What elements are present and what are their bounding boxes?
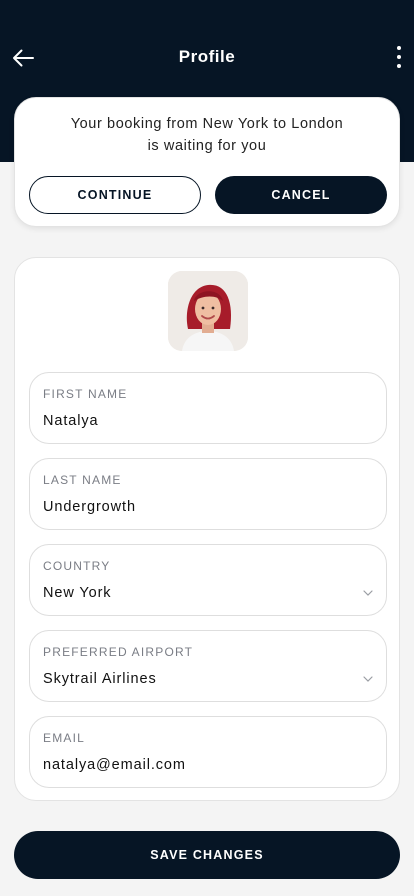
- preferred-airport-label: PREFERRED AIRPORT: [43, 645, 194, 659]
- last-name-field[interactable]: LAST NAME Undergrowth: [29, 458, 387, 530]
- country-label: COUNTRY: [43, 559, 111, 573]
- email-field[interactable]: EMAIL natalya@email.com: [29, 716, 387, 788]
- booking-notice-card: Your booking from New York to London is …: [14, 97, 400, 227]
- chevron-down-icon: [363, 676, 373, 682]
- page-title: Profile: [178, 47, 236, 66]
- first-name-field[interactable]: FIRST NAME Natalya: [29, 372, 387, 444]
- profile-form-card: FIRST NAME Natalya LAST NAME Undergrowth…: [14, 257, 400, 801]
- first-name-label: FIRST NAME: [43, 387, 128, 401]
- save-changes-button[interactable]: SAVE CHANGES: [14, 831, 400, 879]
- continue-button[interactable]: CONTINUE: [29, 176, 201, 214]
- preferred-airport-value: Skytrail Airlines: [43, 671, 157, 687]
- last-name-value: Undergrowth: [43, 499, 136, 515]
- cancel-button[interactable]: CANCEL: [215, 176, 387, 214]
- country-value: New York: [43, 585, 112, 601]
- booking-notice-message: Your booking from New York to London is …: [35, 113, 379, 157]
- email-value: natalya@email.com: [43, 757, 186, 773]
- user-photo: [168, 271, 248, 351]
- country-select[interactable]: COUNTRY New York: [29, 544, 387, 616]
- last-name-label: LAST NAME: [43, 473, 122, 487]
- preferred-airport-select[interactable]: PREFERRED AIRPORT Skytrail Airlines: [29, 630, 387, 702]
- more-vertical-icon: [397, 46, 401, 50]
- avatar[interactable]: [168, 271, 248, 351]
- profile-screen: Profile Your booking from New York to Lo…: [0, 0, 414, 896]
- more-options-button[interactable]: [392, 44, 406, 70]
- chevron-down-icon: [363, 590, 373, 596]
- first-name-value: Natalya: [43, 413, 99, 429]
- email-label: EMAIL: [43, 731, 86, 745]
- notice-line-1: Your booking from New York to London: [70, 116, 344, 132]
- notice-line-2: is waiting for you: [147, 138, 267, 154]
